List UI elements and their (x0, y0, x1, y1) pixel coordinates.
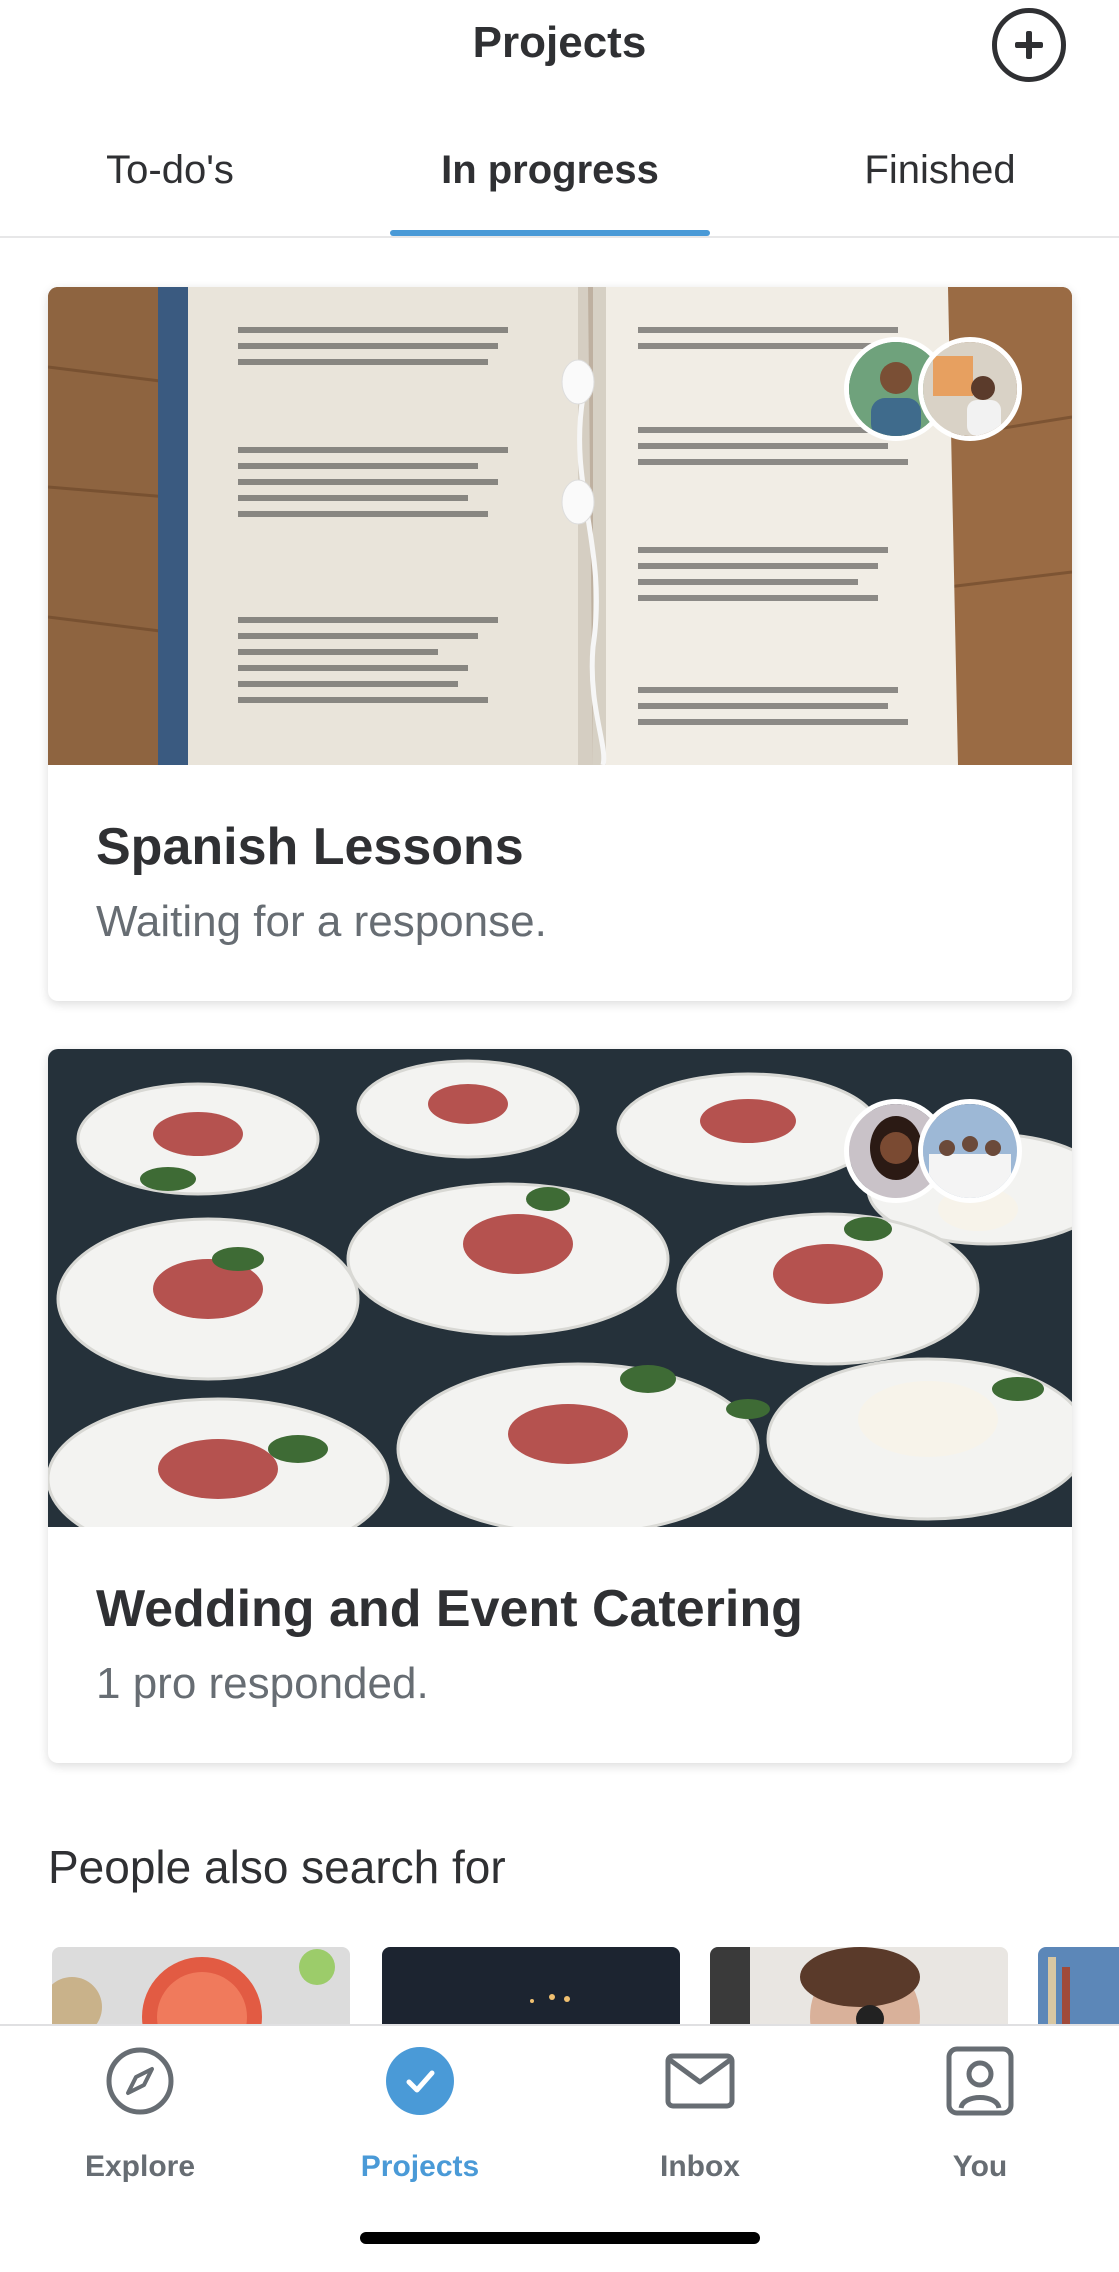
envelope-icon (665, 2053, 735, 2109)
people-also-search-title: People also search for (48, 1841, 506, 1893)
eye-exam-photo[interactable] (710, 1947, 1008, 2027)
night-scene-photo[interactable] (382, 1947, 680, 2027)
header: Projects (0, 0, 1119, 95)
nav-projects[interactable]: Projects (320, 2046, 520, 2196)
nav-inbox-label: Inbox (660, 2150, 740, 2183)
prosciutto-appetizer-plates-photo (48, 1049, 1072, 1527)
add-project-button[interactable] (992, 8, 1066, 82)
project-status: 1 pro responded. (96, 1659, 429, 1708)
compass-icon (106, 2047, 174, 2115)
shelves-photo[interactable] (1038, 1947, 1119, 2027)
nav-explore[interactable]: Explore (40, 2046, 240, 2196)
project-tabs: To-do's In progress Finished (0, 130, 1119, 238)
open-book-with-earphones-photo (48, 287, 1072, 765)
tab-todos[interactable]: To-do's (40, 148, 300, 238)
user-icon (946, 2046, 1014, 2116)
pro-avatar-team (918, 1099, 1022, 1203)
check-circle-icon (386, 2047, 454, 2115)
active-tab-indicator (390, 230, 710, 236)
project-card-spanish-lessons[interactable]: Spanish Lessons Waiting for a response. (48, 287, 1072, 1001)
pro-avatar-booth (918, 337, 1022, 441)
project-card-wedding-catering[interactable]: Wedding and Event Catering 1 pro respond… (48, 1049, 1072, 1763)
tab-finished[interactable]: Finished (820, 148, 1060, 238)
nav-inbox[interactable]: Inbox (600, 2046, 800, 2196)
project-title: Spanish Lessons (96, 818, 524, 876)
nav-you-label: You (952, 2150, 1008, 2183)
page-title: Projects (472, 18, 647, 67)
tab-in-progress[interactable]: In progress (390, 148, 710, 238)
nav-explore-label: Explore (84, 2150, 196, 2183)
nav-you[interactable]: You (880, 2046, 1080, 2196)
nav-projects-label: Projects (360, 2150, 480, 2183)
project-title: Wedding and Event Catering (96, 1580, 803, 1638)
home-indicator[interactable] (360, 2232, 760, 2244)
grapefruit-food-photo[interactable] (52, 1947, 350, 2027)
project-status: Waiting for a response. (96, 897, 547, 946)
